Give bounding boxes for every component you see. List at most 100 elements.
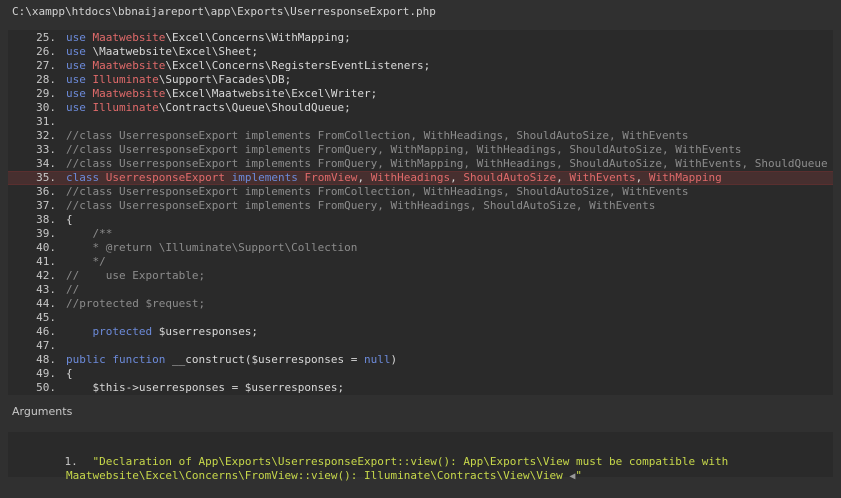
code-token: Maatwebsite — [92, 31, 166, 44]
code-token: __construct($userresponses = — [171, 353, 365, 366]
code-token: ShouldAutoSize — [463, 171, 557, 184]
code-token: WithEvents — [569, 171, 636, 184]
line-number: 25. — [36, 31, 56, 44]
code-line: 28. use Illuminate\Support\Facades\DB; — [8, 73, 833, 87]
code-line: 50. $this->userresponses = $userresponse… — [8, 381, 833, 395]
line-number: 38. — [36, 213, 56, 226]
line-number: 50. — [36, 381, 56, 394]
code-token: implements — [231, 171, 305, 184]
code-line: 42. // use Exportable; — [8, 269, 833, 283]
code-line: 27. use Maatwebsite\Excel\Concerns\Regist… — [8, 59, 833, 73]
code-token: , — [357, 171, 371, 184]
argument-number: 1. — [64, 455, 78, 468]
line-number: 47. — [36, 339, 56, 352]
line-number: 44. — [36, 297, 56, 310]
line-number: 35. — [36, 171, 56, 184]
line-number: 46. — [36, 325, 56, 338]
code-token: //protected $request; — [66, 297, 206, 310]
code-token: $this->userresponses = $userresponses; — [66, 381, 345, 394]
code-token: public — [66, 353, 113, 366]
line-number: 37. — [36, 199, 56, 212]
code-token: , — [556, 171, 570, 184]
line-number: 31. — [36, 115, 56, 128]
code-token: Illuminate — [92, 73, 159, 86]
code-token: */ — [66, 255, 106, 268]
code-line: 34. //class UserresponseExport implements… — [8, 157, 833, 171]
line-number: 34. — [36, 157, 56, 170]
line-number: 43. — [36, 283, 56, 296]
line-number: 48. — [36, 353, 56, 366]
code-token: use — [66, 31, 93, 44]
code-line: 43. // — [8, 283, 833, 297]
argument-text-line-2: Maatwebsite\Excel\Concerns\FromView::vie… — [66, 469, 570, 482]
arguments-panel: 1. "Declaration of App\Exports\Userrespon… — [8, 432, 833, 482]
code-token: , — [635, 171, 649, 184]
code-line: 45. — [8, 311, 833, 325]
code-token: use — [66, 59, 93, 72]
code-token: use — [66, 73, 93, 86]
code-viewer[interactable]: 25. use Maatwebsite\Excel\Concerns\WithMa… — [8, 30, 833, 395]
line-number: 49. — [36, 367, 56, 380]
line-number: 30. — [36, 101, 56, 114]
code-token: function — [112, 353, 172, 366]
line-number: 32. — [36, 129, 56, 142]
code-line: 44. //protected $request; — [8, 297, 833, 311]
code-token: UserresponseExport — [105, 171, 232, 184]
code-token: \Contracts\Queue\ShouldQueue; — [158, 101, 351, 114]
code-line: 38. { — [8, 213, 833, 227]
line-number: 40. — [36, 241, 56, 254]
code-token: Maatwebsite — [92, 87, 166, 100]
code-token: null — [364, 353, 391, 366]
code-line: 41. */ — [8, 255, 833, 269]
code-line: 33. //class UserresponseExport implements… — [8, 143, 833, 157]
code-line: 47. — [8, 339, 833, 353]
code-token: \Excel\Maatwebsite\Excel\Writer; — [165, 87, 378, 100]
code-token: { — [66, 367, 73, 380]
file-path-header: C:\xampp\htdocs\bbnaijareport\app\Export… — [0, 0, 841, 23]
code-line: 26. use \Maatwebsite\Excel\Sheet; — [8, 45, 833, 59]
code-token: use — [66, 101, 93, 114]
argument-text-line-1: "Declaration of App\Exports\Userresponse… — [92, 455, 729, 468]
line-number: 36. — [36, 185, 56, 198]
code-token: ) — [390, 353, 398, 366]
code-token: Maatwebsite — [92, 59, 166, 72]
code-line: 30. use Illuminate\Contracts\Queue\Should… — [8, 101, 833, 115]
code-token: { — [66, 213, 73, 226]
code-token: //class UserresponseExport implements Fr… — [66, 185, 689, 198]
code-line: 48. public function __construct($userresp… — [8, 353, 833, 367]
argument-item: 1. "Declaration of App\Exports\Userrespon… — [38, 441, 729, 498]
code-token: protected — [66, 325, 159, 338]
code-line: 40. * @return \Illuminate\Support\Collec… — [8, 241, 833, 255]
code-line: 37. //class UserresponseExport implements… — [8, 199, 833, 213]
code-token: WithHeadings — [370, 171, 451, 184]
code-token: \Maatwebsite\Excel\Sheet; — [92, 45, 259, 58]
code-token: \Excel\Concerns\RegistersEventListeners; — [165, 59, 431, 72]
code-token: //class UserresponseExport implements Fr… — [66, 129, 689, 142]
code-line: 36. //class UserresponseExport implements… — [8, 185, 833, 199]
code-line: 46. protected $userresponses; — [8, 325, 833, 339]
code-token: , — [450, 171, 464, 184]
code-token: //class UserresponseExport implements Fr… — [66, 143, 742, 156]
code-line: 39. /** — [8, 227, 833, 241]
code-token: //class UserresponseExport implements Fr… — [66, 157, 828, 170]
code-line-highlighted: 35. class UserresponseExport implements F… — [8, 171, 833, 185]
line-number: 29. — [36, 87, 56, 100]
line-number: 27. — [36, 59, 56, 72]
code-token: $userresponses; — [158, 325, 259, 338]
code-token: //class UserresponseExport implements Fr… — [66, 199, 656, 212]
code-token: FromView — [304, 171, 358, 184]
line-number: 33. — [36, 143, 56, 156]
code-line: 32. //class UserresponseExport implements… — [8, 129, 833, 143]
code-token: /** — [66, 227, 113, 240]
line-number: 45. — [36, 311, 56, 324]
code-token: use — [66, 87, 93, 100]
line-number: 26. — [36, 45, 56, 58]
code-line: 49. { — [8, 367, 833, 381]
code-token: // use Exportable; — [66, 269, 206, 282]
code-token: * @return \Illuminate\Support\Collection — [66, 241, 358, 254]
code-line: 29. use Maatwebsite\Excel\Maatwebsite\Exc… — [8, 87, 833, 101]
line-number: 41. — [36, 255, 56, 268]
code-token: class — [66, 171, 106, 184]
code-token: \Excel\Concerns\WithMapping; — [165, 31, 351, 44]
argument-end-quote: " — [575, 469, 582, 482]
